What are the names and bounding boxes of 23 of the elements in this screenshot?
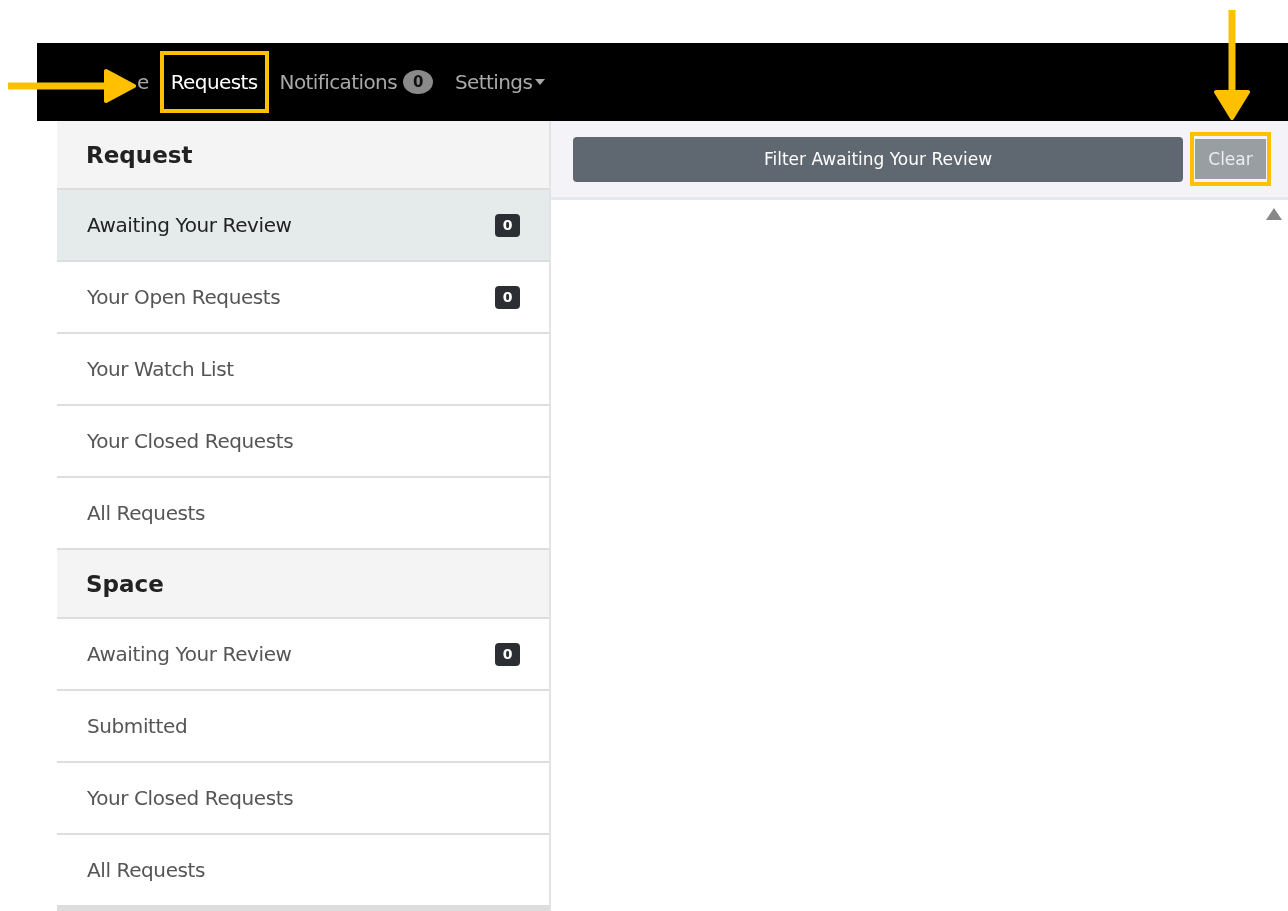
nav-link[interactable]: Settings (444, 62, 557, 102)
arrow-icon (1214, 10, 1250, 120)
sidebar-item[interactable]: All Requests (57, 478, 549, 548)
sidebar-item[interactable]: Awaiting Your Review 0 (57, 190, 549, 260)
sidebar-item[interactable]: Awaiting Your Review 0 (57, 619, 549, 689)
sidebar-item[interactable]: All Requests (57, 835, 549, 905)
sidebar-item[interactable]: Your Watch List (57, 334, 549, 404)
sidebar-item[interactable]: Your Closed Requests (57, 406, 549, 476)
nav-link[interactable]: Notifications 0 (268, 62, 444, 102)
section-heading: Request (57, 121, 549, 188)
filter-button[interactable]: Filter Awaiting Your Review (573, 136, 1183, 182)
count-badge: 0 (495, 285, 520, 309)
sidebar-item[interactable]: Submitted (57, 691, 549, 761)
arrow-icon (8, 68, 136, 104)
count-badge: 0 (495, 642, 520, 666)
nav-link[interactable]: Requests (159, 62, 269, 102)
sidebar-item[interactable]: Your Open Requests 0 (57, 262, 549, 332)
sidebar-item[interactable]: Your Closed Requests (57, 763, 549, 833)
scroll-up-icon[interactable] (1266, 208, 1282, 220)
notification-count: 0 (403, 70, 433, 94)
count-badge: 0 (495, 213, 520, 237)
section-heading: Space (57, 550, 549, 617)
nav-link-text[interactable]: e (137, 70, 149, 94)
